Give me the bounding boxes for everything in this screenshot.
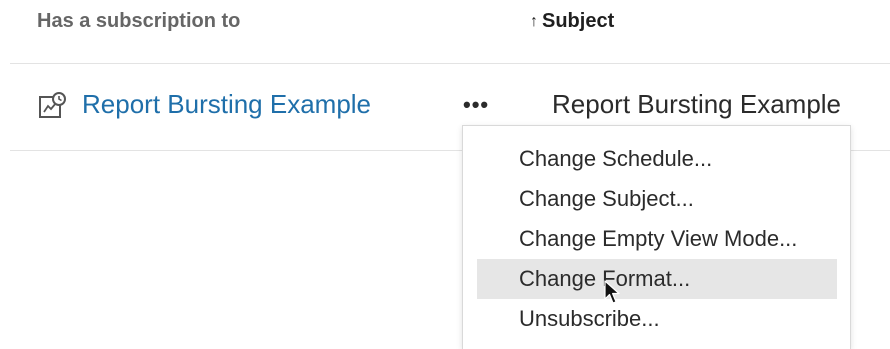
menu-item-change-schedule[interactable]: Change Schedule... (477, 139, 837, 179)
menu-item-change-subject[interactable]: Change Subject... (477, 179, 837, 219)
mouse-cursor-icon (604, 280, 620, 304)
actions-menu: Change Schedule... Change Subject... Cha… (462, 125, 851, 349)
row-subject: Report Bursting Example (552, 89, 842, 119)
subscription-link[interactable]: Report Bursting Example (82, 89, 371, 120)
menu-item-change-format[interactable]: Change Format... (477, 259, 837, 299)
more-actions-button[interactable]: ••• (463, 92, 489, 118)
column-header-subject-label: Subject (542, 10, 615, 32)
menu-item-change-empty-view-mode[interactable]: Change Empty View Mode... (477, 219, 837, 259)
menu-item-unsubscribe[interactable]: Unsubscribe... (477, 299, 837, 339)
header-divider (10, 63, 890, 64)
column-header-subscription: Has a subscription to (37, 10, 241, 32)
sort-ascending-icon: ↑ (530, 13, 538, 30)
column-header-subject[interactable]: ↑ Subject (530, 10, 614, 33)
subscription-view-icon (39, 92, 66, 118)
